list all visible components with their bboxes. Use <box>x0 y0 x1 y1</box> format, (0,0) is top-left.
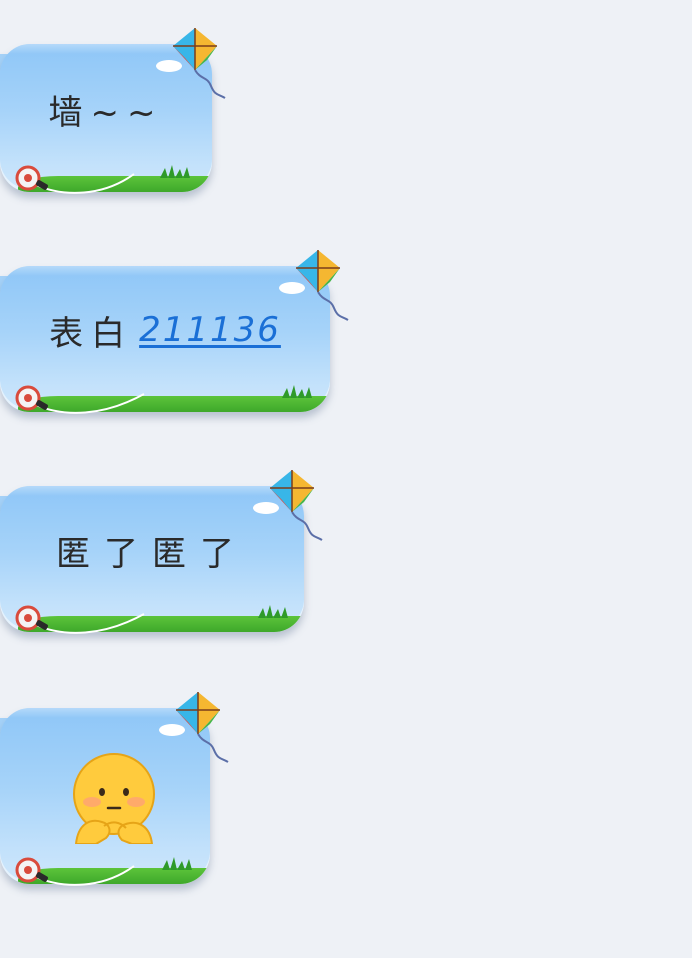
message-text-plain: 表白 <box>49 313 134 354</box>
kite-icon <box>159 692 229 763</box>
grass-tuft-icon <box>162 857 192 870</box>
shy-thinking-face-emoji <box>73 753 155 844</box>
chat-message-list: 墙~~ 表白 211136 匿了匿了 <box>0 0 692 958</box>
kite-icon <box>253 470 323 541</box>
kite-spool-icon <box>15 857 48 883</box>
kite-spool-icon <box>15 605 48 631</box>
chat-bubble-3[interactable]: 匿了匿了 <box>0 470 340 646</box>
kite-icon <box>156 28 226 99</box>
chat-bubble-4[interactable] <box>0 692 240 898</box>
kite-icon <box>279 250 349 321</box>
message-link[interactable]: 211136 <box>139 310 281 350</box>
chat-bubble-2[interactable]: 表白 211136 <box>0 250 360 426</box>
chat-bubble-1[interactable]: 墙~~ <box>0 28 240 204</box>
kite-spool-icon <box>15 385 48 411</box>
kite-spool-icon <box>15 165 48 191</box>
grass-tuft-icon <box>282 385 312 398</box>
grass-tuft-icon <box>160 165 190 178</box>
grass-tuft-icon <box>258 605 288 618</box>
